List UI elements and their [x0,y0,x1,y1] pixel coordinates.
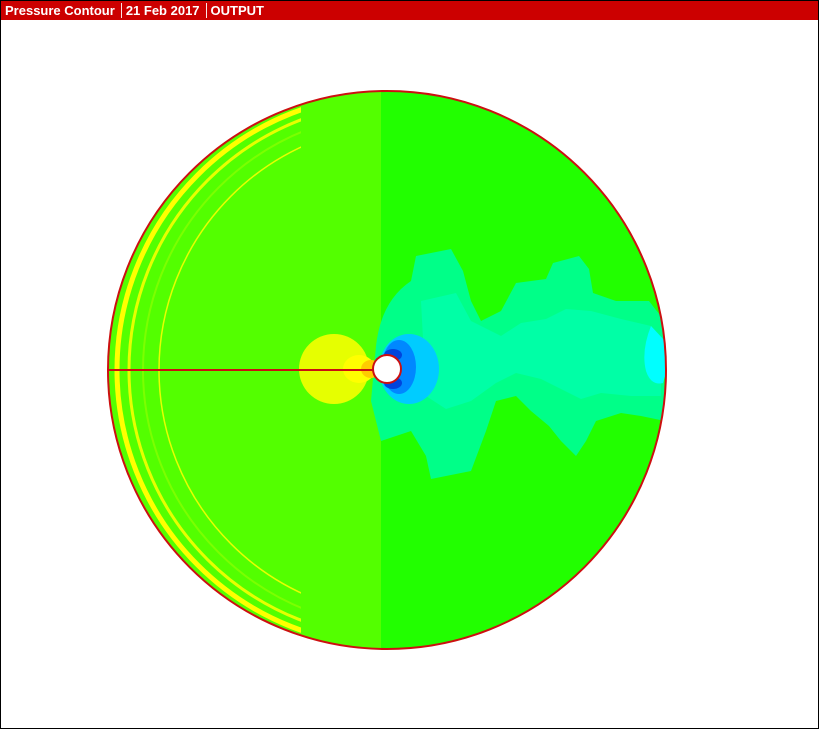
pressure-contour-plot [107,90,667,650]
title-bar: Pressure Contour 21 Feb 2017 OUTPUT [1,1,818,20]
plot-viewport[interactable] [1,21,818,728]
title-date: 21 Feb 2017 [125,3,200,18]
app-window: Pressure Contour 21 Feb 2017 OUTPUT [0,0,819,729]
title-separator [120,3,122,18]
title-mode: OUTPUT [210,3,264,18]
cylinder-obstacle[interactable] [372,354,402,384]
title-separator [205,3,207,18]
title-plot-name: Pressure Contour [5,3,115,18]
